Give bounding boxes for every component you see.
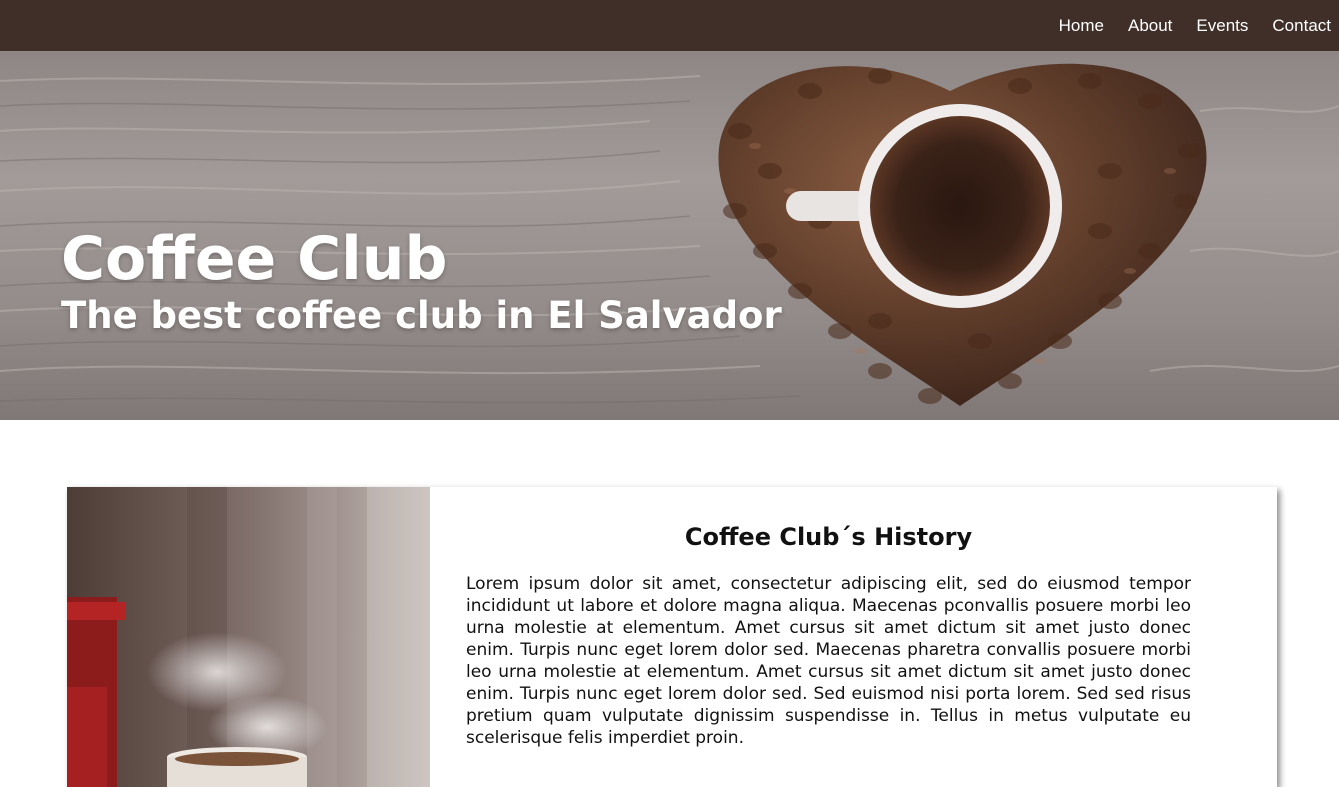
hero-title: Coffee Club: [61, 224, 448, 294]
hero-subtitle: The best coffee club in El Salvador: [61, 294, 782, 337]
history-content: Coffee Club´s History Lorem ipsum dolor …: [466, 487, 1191, 749]
coffee-photo-illustration: [67, 487, 430, 787]
hero-banner: Coffee Club The best coffee club in El S…: [0, 51, 1339, 420]
nav-link-contact[interactable]: Contact: [1272, 16, 1331, 36]
history-heading: Coffee Club´s History: [684, 523, 973, 551]
history-photo: [67, 487, 430, 787]
history-paragraph: Lorem ipsum dolor sit amet, consectetur …: [466, 574, 1191, 748]
history-section: Coffee Club´s History Lorem ipsum dolor …: [67, 487, 1277, 787]
nav-link-events[interactable]: Events: [1196, 16, 1248, 36]
nav-link-home[interactable]: Home: [1059, 16, 1104, 36]
nav-link-about[interactable]: About: [1128, 16, 1172, 36]
top-navbar: Home About Events Contact: [0, 0, 1339, 51]
